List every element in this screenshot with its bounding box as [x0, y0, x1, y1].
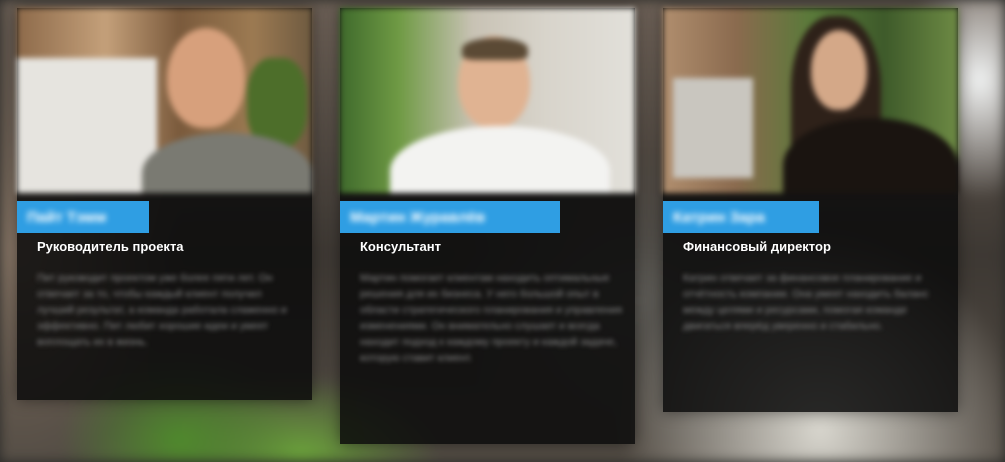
team-card: Катрин Зара Финансовый директор Катрин о…	[663, 8, 958, 412]
team-card: Пайт Тэмм Руководитель проекта Пит руков…	[17, 8, 312, 400]
team-member-name: Катрин Зара	[663, 201, 819, 233]
team-member-name: Пайт Тэмм	[17, 201, 149, 233]
team-member-role: Консультант	[360, 239, 441, 254]
team-member-photo	[340, 8, 635, 193]
team-member-name: Мартин Журавлёв	[340, 201, 560, 233]
team-member-description: Катрин отвечает за финансовое планирован…	[683, 272, 929, 332]
team-member-role: Руководитель проекта	[37, 239, 184, 254]
team-member-role: Финансовый директор	[683, 239, 831, 254]
team-member-photo	[663, 8, 958, 193]
team-card: Мартин Журавлёв Консультант Мартин помог…	[340, 8, 635, 444]
team-member-description: Мартин помогает клиентам находить оптима…	[360, 272, 623, 364]
team-member-description: Пит руководит проектом уже более пяти ле…	[37, 272, 287, 348]
team-member-photo	[17, 8, 312, 193]
